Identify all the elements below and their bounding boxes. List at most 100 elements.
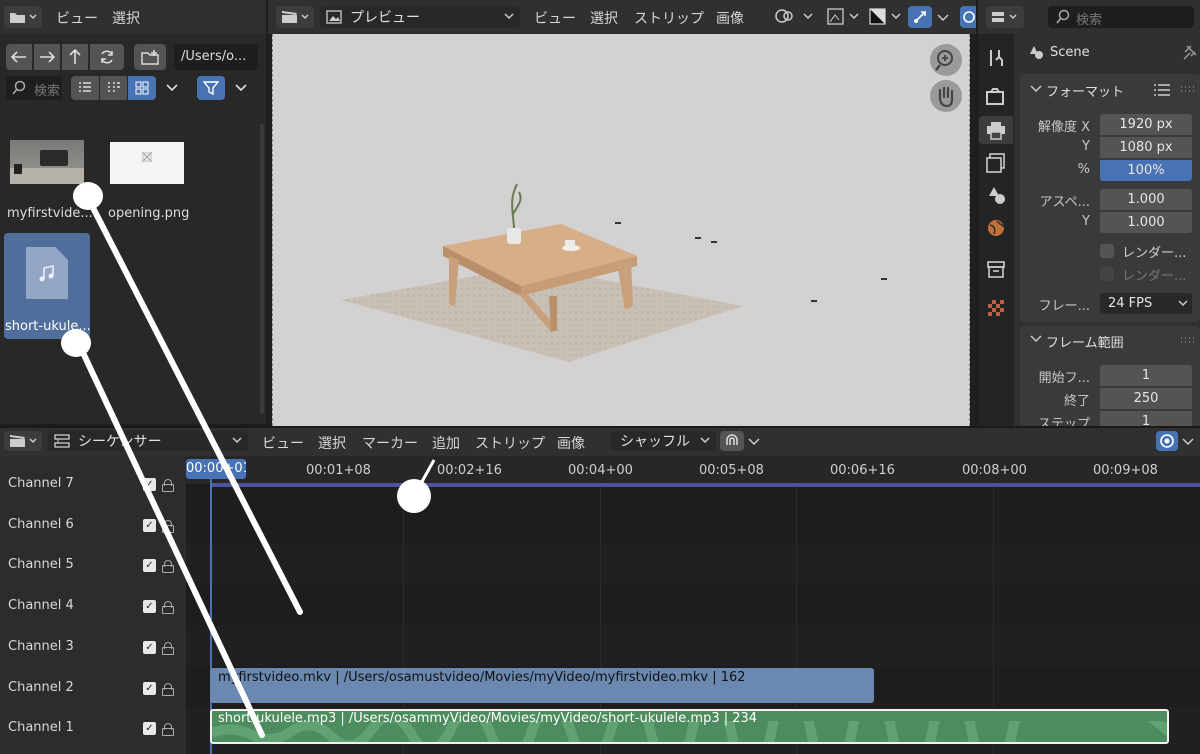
world-tab-icon[interactable]: [985, 217, 1007, 239]
seq-menu-image[interactable]: 画像: [557, 433, 585, 453]
channel-mute-checkbox[interactable]: ✓: [143, 641, 156, 654]
unlock-icon[interactable]: [162, 520, 174, 533]
sequencer-view-label: シーケンサー: [78, 434, 162, 450]
crop-to-render-checkbox[interactable]: [1100, 267, 1114, 281]
gizmo-dropdown[interactable]: [772, 7, 816, 29]
channel-mute-checkbox[interactable]: ✓: [143, 478, 156, 491]
collection-tab-icon[interactable]: [985, 258, 1007, 280]
file-item-video[interactable]: myfirstvide...: [4, 132, 93, 228]
filter-button[interactable]: [197, 76, 225, 100]
pin-icon[interactable]: [1182, 44, 1198, 60]
overlap-mode-dropdown[interactable]: シャッフル: [610, 431, 716, 451]
vertical-list-button[interactable]: [71, 76, 99, 100]
gizmo-toggle-button[interactable]: [908, 6, 932, 28]
display-channels-dropdown[interactable]: [868, 7, 904, 29]
properties-search-field[interactable]: 検索: [1048, 6, 1194, 28]
render-region-checkbox[interactable]: [1100, 244, 1114, 258]
resolution-percent-field[interactable]: 100%: [1100, 160, 1192, 181]
seq-overlay-dropdown[interactable]: [1182, 433, 1198, 449]
preview-menu-strip[interactable]: ストリップ: [634, 8, 704, 28]
unlock-icon[interactable]: [162, 601, 174, 614]
browser-menu-view[interactable]: ビュー: [56, 8, 98, 28]
frame-rate-dropdown[interactable]: 24 FPS: [1100, 293, 1192, 314]
channel-mute-checkbox[interactable]: ✓: [143, 722, 156, 735]
refresh-button[interactable]: [90, 44, 124, 70]
preview-menu-view[interactable]: ビュー: [534, 8, 576, 28]
browser-scrollbar[interactable]: [260, 124, 264, 414]
presets-icon[interactable]: [1152, 82, 1172, 98]
seq-menu-marker[interactable]: マーカー: [362, 433, 418, 453]
sequencer-editor-type-button[interactable]: [4, 431, 42, 451]
preview-menu-image[interactable]: 画像: [716, 8, 744, 28]
parent-dir-button[interactable]: [62, 44, 88, 70]
properties-editor-type-button[interactable]: [986, 6, 1024, 28]
filter-dropdown[interactable]: [229, 78, 253, 98]
seq-menu-strip[interactable]: ストリップ: [475, 433, 545, 453]
time-tick: 00:02+16: [437, 463, 502, 478]
aspect-x-field[interactable]: 1.000: [1100, 189, 1192, 210]
unlock-icon[interactable]: [162, 479, 174, 492]
unlock-icon[interactable]: [162, 723, 174, 736]
frame-step-field[interactable]: 1: [1100, 411, 1192, 426]
video-strip[interactable]: myfirstvideo.mkv | /Users/osamustvideo/M…: [210, 668, 874, 703]
view-type-dropdown[interactable]: プレビュー: [320, 6, 520, 28]
new-folder-button[interactable]: [134, 44, 166, 70]
aspect-y-field[interactable]: 1.000: [1100, 212, 1192, 233]
channel-mute-checkbox[interactable]: ✓: [143, 559, 156, 572]
unlock-icon[interactable]: [162, 683, 174, 696]
audio-strip[interactable]: short-ukulele.mp3 | /Users/osammyVideo/M…: [210, 709, 1169, 744]
drag-handle-icon[interactable]: [1180, 337, 1194, 345]
render-tab-icon[interactable]: [985, 86, 1007, 108]
time-tick: 00:05+08: [699, 463, 764, 478]
drag-handle-icon[interactable]: [1180, 86, 1194, 94]
playhead-time-badge[interactable]: 00:00+01: [186, 459, 246, 479]
frame-end-field[interactable]: 250: [1100, 388, 1192, 409]
sequencer-view-type-dropdown[interactable]: シーケンサー: [48, 431, 248, 451]
gizmo-options-dropdown[interactable]: [936, 7, 956, 29]
overlay-dropdown[interactable]: [826, 7, 862, 29]
res-y-field[interactable]: 1080 px: [1100, 137, 1192, 158]
view-layer-tab-icon[interactable]: [985, 152, 1007, 174]
seq-overlay-button[interactable]: [1156, 431, 1178, 451]
texture-tab-icon[interactable]: [985, 297, 1007, 319]
seq-menu-select[interactable]: 選択: [318, 433, 346, 453]
file-item-image[interactable]: opening.png: [104, 132, 190, 228]
chevron-down-icon: [232, 437, 242, 444]
frame-range-panel-header[interactable]: フレーム範囲: [1020, 328, 1200, 352]
browser-menu-select[interactable]: 選択: [112, 8, 140, 28]
overlay-toggle-button[interactable]: [960, 6, 976, 28]
tool-tab-icon[interactable]: [985, 47, 1007, 69]
image-icon: [326, 10, 342, 24]
output-tab[interactable]: [979, 116, 1013, 144]
channel-mute-checkbox[interactable]: ✓: [143, 600, 156, 613]
seq-menu-add[interactable]: 追加: [432, 433, 460, 453]
editor-type-button[interactable]: [276, 6, 314, 28]
seq-menu-view[interactable]: ビュー: [262, 433, 304, 453]
preview-menu-select[interactable]: 選択: [590, 8, 618, 28]
scene-tab-icon[interactable]: [985, 184, 1007, 206]
zoom-button[interactable]: [930, 44, 962, 76]
channel-mute-checkbox[interactable]: ✓: [143, 519, 156, 532]
time-tick: 00:08+00: [962, 463, 1027, 478]
browser-search-field[interactable]: 検索: [6, 76, 62, 100]
display-dropdown[interactable]: [160, 78, 184, 98]
thumbnail-view-button[interactable]: [128, 76, 156, 100]
crop-render-label: レンダー...: [1122, 269, 1187, 284]
frame-start-field[interactable]: 1: [1100, 365, 1192, 386]
pan-button[interactable]: [930, 80, 962, 112]
unlock-icon[interactable]: [162, 642, 174, 655]
frame-rate-label: フレー...: [1038, 299, 1090, 314]
directory-path-field[interactable]: /Users/o...: [174, 44, 258, 70]
channel-mute-checkbox[interactable]: ✓: [143, 682, 156, 695]
file-item-audio[interactable]: short-ukule...: [4, 233, 91, 339]
snap-options-dropdown[interactable]: [748, 433, 764, 449]
editor-type-button[interactable]: [4, 6, 42, 28]
snap-toggle-button[interactable]: [720, 431, 744, 451]
res-x-field[interactable]: 1920 px: [1100, 114, 1192, 135]
back-button[interactable]: [6, 44, 32, 70]
forward-button[interactable]: [34, 44, 60, 70]
unlock-icon[interactable]: [162, 560, 174, 573]
format-panel-header[interactable]: フォーマット: [1020, 78, 1200, 102]
arrow-right-icon: [40, 51, 55, 63]
horizontal-list-button[interactable]: [100, 76, 127, 100]
